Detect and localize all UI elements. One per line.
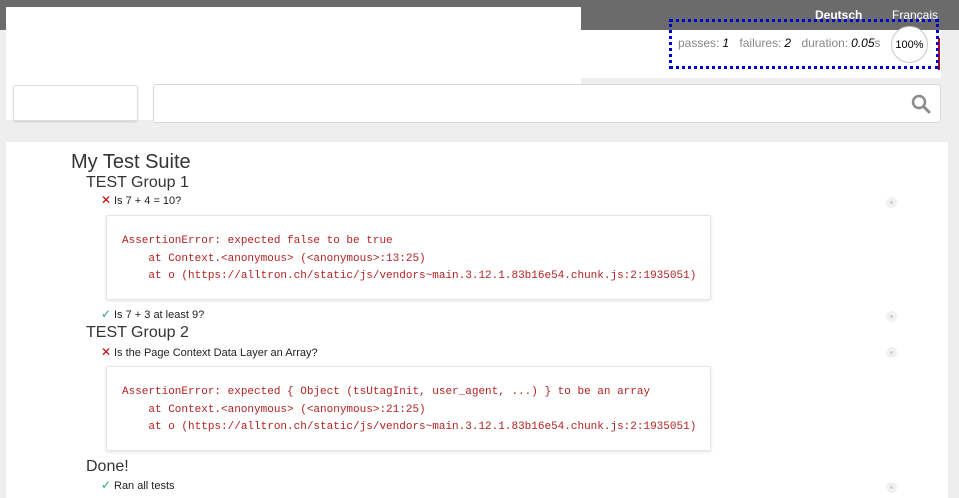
fail-icon: ✕ — [101, 345, 112, 359]
failures-label: failures: — [739, 36, 782, 50]
fail-icon: ✕ — [101, 193, 112, 207]
search-input[interactable] — [153, 84, 941, 123]
progress-gauge: 100% — [891, 26, 928, 63]
filter-button[interactable] — [13, 85, 138, 121]
stats-summary: passes: 1 failures: 2 duration: 0.05s — [678, 36, 881, 50]
error-box: AssertionError: expected false to be tru… — [106, 215, 711, 300]
test-title: Is the Page Context Data Layer an Array? — [114, 347, 318, 359]
passes-label: passes: — [678, 36, 720, 50]
error-message: AssertionError: expected { Object (tsUta… — [122, 386, 697, 433]
test-item[interactable]: ✕ Is 7 + 4 = 10? — [101, 193, 181, 207]
group-title: TEST Group 2 — [86, 324, 189, 341]
test-item[interactable]: ✓ Is 7 + 3 at least 9? — [101, 307, 204, 321]
suite-title: My Test Suite — [71, 151, 191, 173]
error-box: AssertionError: expected { Object (tsUta… — [106, 366, 711, 451]
test-toggle-button[interactable] — [886, 311, 897, 322]
test-title: Is 7 + 4 = 10? — [114, 195, 182, 207]
stats-panel: passes: 1 failures: 2 duration: 0.05s 100% — [669, 19, 939, 69]
test-toggle-button[interactable] — [886, 197, 897, 208]
pass-icon: ✓ — [101, 478, 112, 492]
duration-unit: s — [874, 36, 881, 50]
duration-value: 0.05 — [851, 36, 875, 50]
test-item[interactable]: ✕ Is the Page Context Data Layer an Array… — [101, 345, 318, 359]
error-message: AssertionError: expected false to be tru… — [122, 235, 697, 282]
group-title: TEST Group 1 — [86, 174, 189, 191]
failures-count[interactable]: 2 — [784, 36, 791, 50]
group-title: Done! — [86, 458, 129, 475]
test-title: Ran all tests — [114, 480, 175, 492]
test-title: Is 7 + 3 at least 9? — [114, 309, 205, 321]
passes-count[interactable]: 1 — [722, 36, 729, 50]
test-toggle-button[interactable] — [886, 482, 897, 493]
duration-label: duration: — [801, 36, 849, 50]
progress-text: 100% — [895, 38, 924, 51]
test-item[interactable]: ✓ Ran all tests — [101, 478, 175, 492]
test-toggle-button[interactable] — [886, 347, 897, 358]
pass-icon: ✓ — [101, 307, 112, 321]
search-icon[interactable] — [911, 94, 931, 114]
